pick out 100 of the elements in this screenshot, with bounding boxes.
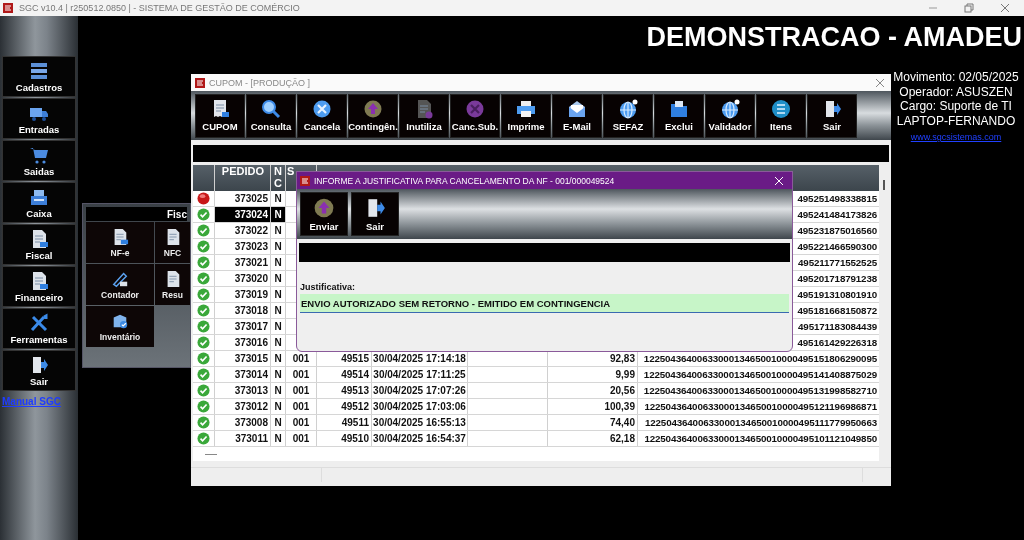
field-label: Justificativa: bbox=[300, 282, 357, 292]
table-cell: 30/04/2025 16:54:37 bbox=[373, 433, 466, 445]
table-cell: 373016 bbox=[234, 337, 268, 349]
restore-icon[interactable] bbox=[964, 3, 974, 13]
app-logo-icon bbox=[300, 175, 310, 186]
table-cell: 495201718791238 bbox=[797, 273, 877, 285]
toolbar-button[interactable]: Canc.Sub. bbox=[450, 93, 500, 138]
table-cell: 12250436400633000134650010000495141408875029 bbox=[643, 369, 877, 381]
toolbar-button[interactable]: Sair bbox=[807, 93, 857, 138]
panel-button[interactable]: Contador bbox=[86, 264, 154, 305]
table-cell: 9,99 bbox=[615, 369, 635, 381]
sidebar-button[interactable]: Cadastros bbox=[2, 56, 76, 97]
table-cell: 49510 bbox=[341, 433, 369, 445]
toolbar-button[interactable]: SEFAZ bbox=[603, 93, 653, 138]
table-row[interactable]: 373008 N 001 49511 30/04/2025 16:55:13 74,40 12250436400633000134650010000495111779950663 bbox=[193, 415, 879, 432]
company-title: DEMONSTRACAO - AMADEU bbox=[646, 22, 1022, 53]
toolbar-button[interactable]: Itens bbox=[756, 93, 806, 138]
table-cell: 12250436400633000134650010000495101121049850 bbox=[644, 433, 877, 445]
toolbar-button[interactable]: E-Mail bbox=[552, 93, 602, 138]
table-cell: 373024 bbox=[234, 209, 268, 221]
table-cell: N bbox=[274, 257, 282, 269]
app-logo-icon bbox=[3, 3, 13, 13]
toolbar-button[interactable]: Exclui bbox=[654, 93, 704, 138]
upload-icon bbox=[313, 196, 335, 219]
table-row[interactable]: 373014 N 001 49514 30/04/2025 17:11:25 9,99 12250436400633000134650010000495141408875029 bbox=[193, 367, 879, 384]
table-cell: 001 bbox=[292, 353, 310, 365]
table-cell: 495161429226318 bbox=[797, 337, 877, 349]
table-cell: 92,83 bbox=[609, 353, 635, 365]
table-cell: N bbox=[274, 353, 282, 365]
window-title: CUPOM - [PRODUÇÃO ] bbox=[209, 77, 310, 88]
table-cell: 495231875016560 bbox=[797, 225, 877, 237]
table-cell: 74,40 bbox=[609, 417, 635, 429]
dialog-title: INFORME A JUSTIFICATIVA PARA CANCELAMENTO DA NF - 001/000049524 bbox=[314, 175, 615, 186]
window-title: SGC v10.4 | r250512.0850 | - SISTEMA DE GESTÃO DE COMÉRCIO bbox=[19, 3, 300, 13]
panel-button[interactable]: NFC bbox=[155, 222, 190, 263]
table-cell: 495241484173826 bbox=[797, 209, 877, 221]
toolbar-button[interactable]: Imprime bbox=[501, 93, 551, 138]
list-icon bbox=[771, 99, 791, 120]
table-cell: 49514 bbox=[341, 369, 369, 381]
table-cell: 12250436400633000134650010000495151806290095 bbox=[643, 353, 877, 365]
table-cell: 49515 bbox=[341, 353, 369, 365]
table-cell: 30/04/2025 16:55:13 bbox=[373, 417, 466, 429]
table-cell: N bbox=[274, 401, 282, 413]
table-cell: 30/04/2025 17:03:06 bbox=[373, 401, 466, 413]
cancel-icon bbox=[465, 99, 485, 120]
session-info-text: Operador: ASUSZEN bbox=[899, 84, 1013, 99]
toolbar-button[interactable]: Cancela bbox=[297, 93, 347, 138]
table-cell: 001 bbox=[292, 417, 310, 429]
table-row[interactable]: 373011 N 001 49510 30/04/2025 16:54:37 62,18 12250436400633000134650010000495101121049850 bbox=[193, 431, 879, 448]
sidebar-button[interactable]: Caixa bbox=[2, 182, 76, 223]
sidebar-button[interactable]: Financeiro bbox=[2, 266, 76, 307]
table-cell: N bbox=[274, 193, 282, 205]
panel-button[interactable]: NF-e bbox=[86, 222, 154, 263]
panel-button[interactable]: Resu bbox=[155, 264, 190, 305]
toolbar-button[interactable]: Sair bbox=[351, 192, 399, 236]
table-cell: 12250436400633000134650010000495111779950663 bbox=[644, 417, 877, 429]
table-cell: 495181668150872 bbox=[797, 305, 877, 317]
table-cell: 373019 bbox=[234, 289, 268, 301]
sidebar-button[interactable]: Sair bbox=[2, 350, 76, 391]
table-cell: 373008 bbox=[234, 417, 268, 429]
scrollbar[interactable] bbox=[883, 180, 885, 190]
toolbar-button[interactable]: Consulta bbox=[246, 93, 296, 138]
panel-title: Fisc bbox=[167, 208, 187, 220]
toolbar-button[interactable]: Validador bbox=[705, 93, 755, 138]
toolbar-button[interactable]: CUPOM bbox=[195, 93, 245, 138]
table-cell: 373015 bbox=[234, 353, 268, 365]
stack-icon bbox=[29, 60, 49, 81]
justification-field[interactable]: ENVIO AUTORIZADO SEM RETORNO - EMITIDO EM CONTINGENCIA bbox=[300, 294, 789, 313]
sidebar-button[interactable]: Saidas bbox=[2, 140, 76, 181]
panel-button[interactable]: Inventário bbox=[86, 306, 154, 347]
toolbar-button[interactable]: Inutiliza bbox=[399, 93, 449, 138]
table-cell: 30/04/2025 17:07:26 bbox=[373, 385, 466, 397]
mail-icon bbox=[567, 99, 587, 120]
table-cell: 30/04/2025 17:14:18 bbox=[373, 353, 466, 365]
upload-icon bbox=[363, 99, 383, 120]
globe-icon bbox=[618, 99, 638, 120]
table-row[interactable]: 373013 N 001 49513 30/04/2025 17:07:26 20,56 12250436400633000134650010000495131998582710 bbox=[193, 383, 879, 400]
folder-icon bbox=[669, 99, 689, 120]
sidebar-button[interactable]: Ferramentas bbox=[2, 308, 76, 349]
table-row[interactable]: 373012 N 001 49512 30/04/2025 17:03:06 100,39 12250436400633000134650010000495121196986871 bbox=[193, 399, 879, 416]
table-cell: 62,18 bbox=[609, 433, 635, 445]
sidebar-button[interactable]: Fiscal bbox=[2, 224, 76, 265]
table-cell: N bbox=[274, 225, 282, 237]
table-cell: 12250436400633000134650010000495131998582710 bbox=[643, 385, 877, 397]
table-cell: 12250436400633000134650010000495121196986871 bbox=[644, 401, 877, 413]
app-logo-icon bbox=[195, 77, 205, 88]
table-cell: 49512 bbox=[341, 401, 369, 413]
table-cell: 373018 bbox=[234, 305, 268, 317]
table-cell: 495211771552525 bbox=[798, 257, 877, 269]
table-cell: 373021 bbox=[234, 257, 268, 269]
table-cell: 495251498338815 bbox=[797, 193, 877, 205]
table-cell: 373011 bbox=[235, 433, 268, 445]
table-cell: 495191310801910 bbox=[797, 289, 877, 301]
table-cell: 495171183084439 bbox=[798, 321, 877, 333]
table-cell: 001 bbox=[292, 369, 310, 381]
toolbar-button[interactable]: Enviar bbox=[300, 192, 348, 236]
globe-icon bbox=[720, 99, 740, 120]
sidebar-button[interactable]: Entradas bbox=[2, 98, 76, 139]
toolbar-button[interactable]: Contingên. bbox=[348, 93, 398, 138]
table-cell: 20,56 bbox=[609, 385, 635, 397]
